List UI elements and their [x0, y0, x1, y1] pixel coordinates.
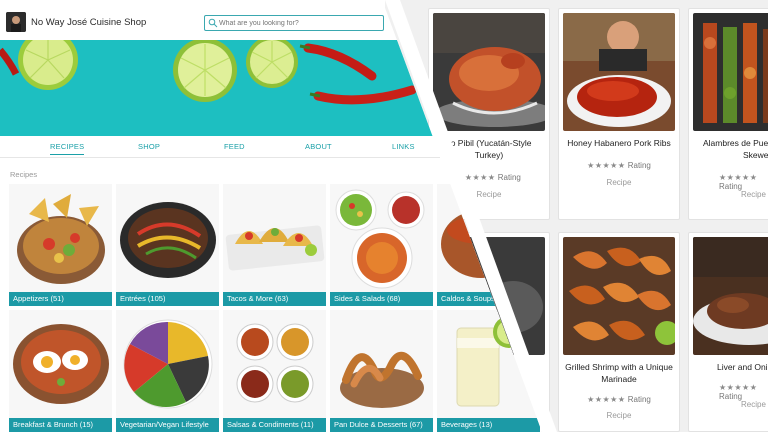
recipe-rating: ★★★★★ Rating [559, 161, 679, 170]
tab-about[interactable]: ABOUT [305, 142, 332, 151]
search-input[interactable] [219, 16, 379, 30]
rating-label: Rating [497, 173, 521, 182]
recipe-title[interactable]: vo Pibil (Yucatán-Style Turkey) [433, 137, 545, 161]
tab-feed[interactable]: FEED [224, 142, 245, 151]
recipe-image [693, 237, 768, 355]
star-icon: ★★★★★ [457, 173, 496, 182]
recipe-rating: ★★★★★ Rating [559, 395, 679, 404]
category-image [9, 184, 112, 292]
rating-label: Rating [719, 182, 743, 191]
hero-image [0, 40, 440, 136]
category-label: Beverages (13) [437, 418, 540, 432]
category-image [223, 310, 326, 418]
screenshot-stage: vo Pibil (Yucatán-Style Turkey) ★★★★★ Ra… [0, 0, 768, 432]
recipe-type: Recipe [606, 411, 632, 420]
shop-name[interactable]: No Way José Cuisine Shop [31, 17, 146, 28]
category-image [330, 184, 433, 292]
category-tile-entrees[interactable]: Entrées (105) [116, 184, 219, 306]
rating-label: Rating [719, 392, 743, 401]
tab-links[interactable]: LINKS [392, 142, 415, 151]
recipe-title-line: Honey Habanero Pork Ribs [567, 138, 671, 148]
category-image [9, 310, 112, 418]
recipe-rating: ★★★★★ Rating [719, 383, 768, 401]
category-tile-pan-dulce[interactable]: Pan Dulce & Desserts (67) [330, 310, 433, 432]
category-image [116, 310, 219, 418]
category-tile-vegetarian[interactable]: Vegetarian/Vegan Lifestyle [116, 310, 219, 432]
tab-recipes[interactable]: RECIPES [50, 142, 85, 155]
star-icon: ★★★★★ [587, 161, 626, 170]
star-icon: ★★★★★ [719, 173, 758, 182]
site-header: No Way José Cuisine Shop [0, 0, 440, 40]
recipe-type: Recipe [741, 400, 766, 409]
search-box[interactable] [204, 15, 384, 31]
recipe-title-line: Skewers) [743, 150, 768, 160]
recipe-title-line: vo Pibil (Yucatán-Style [446, 138, 532, 148]
rating-label: Rating [627, 161, 651, 170]
star-icon: ★★★★★ [587, 395, 626, 404]
category-image [330, 310, 433, 418]
recipe-title-line: Marinade [601, 374, 637, 384]
recipe-card[interactable]: Liver and Oni ★★★★★ Rating Recipe [688, 232, 768, 432]
recipe-image [433, 13, 545, 131]
search-icon [208, 18, 218, 28]
recipe-title-line: Alambres de Puer [703, 138, 768, 148]
recipe-rating: ★★★★★ Rating [719, 173, 768, 191]
star-icon: ★★★★★ [719, 383, 758, 392]
rating-label: Rating [627, 395, 651, 404]
category-label: Tacos & More (63) [223, 292, 326, 306]
recipe-title[interactable]: Honey Habanero Pork Ribs [563, 137, 675, 149]
main-nav: RECIPES SHOP FEED ABOUT LINKS [0, 136, 440, 158]
category-image [223, 184, 326, 292]
category-tile-sides[interactable]: Sides & Salads (68) [330, 184, 433, 306]
category-label: Salsas & Condiments (11) [223, 418, 326, 432]
section-heading: Recipes [10, 170, 38, 179]
category-tile-appetizers[interactable]: Appetizers (51) [9, 184, 112, 306]
shop-logo[interactable] [6, 12, 26, 32]
recipe-image [563, 237, 675, 355]
category-tile-tacos[interactable]: Tacos & More (63) [223, 184, 326, 306]
recipe-card[interactable]: Grilled Shrimp with a Unique Marinade ★★… [558, 232, 680, 432]
recipe-image [693, 13, 768, 131]
category-label: Appetizers (51) [9, 292, 112, 306]
recipe-title-line: Grilled Shrimp with a Unique [565, 362, 673, 372]
category-label: Breakfast & Brunch (15) [9, 418, 112, 432]
category-image [116, 184, 219, 292]
recipe-title-line: Turkey) [474, 150, 504, 160]
category-label: Entrées (105) [116, 292, 219, 306]
category-label: Vegetarian/Vegan Lifestyle [116, 418, 219, 432]
hero-banner [0, 40, 440, 136]
recipe-image [563, 13, 675, 131]
tab-shop[interactable]: SHOP [138, 142, 160, 151]
recipe-type: Recipe [606, 178, 632, 187]
recipe-type: Recipe [741, 190, 766, 199]
category-label: Pan Dulce & Desserts (67) [330, 418, 433, 432]
recipe-card[interactable]: Honey Habanero Pork Ribs ★★★★★ Rating Re… [558, 8, 680, 220]
recipe-title[interactable]: Grilled Shrimp with a Unique Marinade [563, 361, 675, 385]
recipe-title[interactable]: Alambres de Puer Skewers) [703, 137, 768, 161]
category-tile-salsas[interactable]: Salsas & Condiments (11) [223, 310, 326, 432]
recipe-card[interactable]: Alambres de Puer Skewers) ★★★★★ Rating R… [688, 8, 768, 220]
recipe-title-line: Liver and Oni [717, 362, 768, 372]
recipe-title[interactable]: Liver and Oni [717, 361, 768, 373]
category-label: Sides & Salads (68) [330, 292, 433, 306]
category-tile-breakfast[interactable]: Breakfast & Brunch (15) [9, 310, 112, 432]
